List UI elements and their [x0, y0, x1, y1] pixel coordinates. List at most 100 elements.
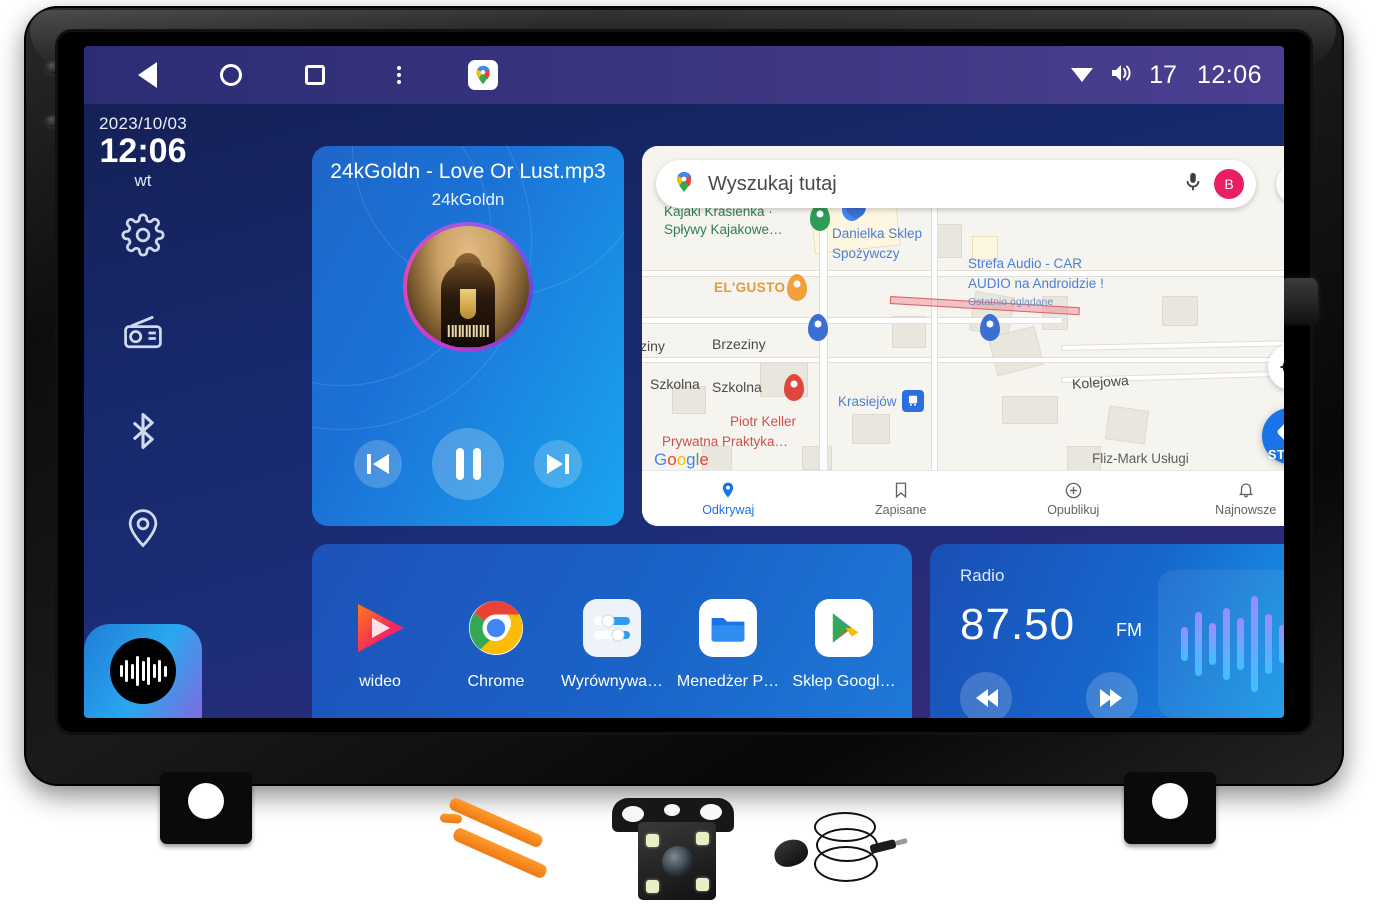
map-nav-saved[interactable]: Zapisane [815, 480, 988, 517]
app-label: wideo [359, 673, 401, 690]
map-nav-label: Zapisane [875, 503, 927, 517]
track-artist: 24kGoldn [431, 190, 505, 209]
sidebar-time: 12:06 [99, 132, 187, 170]
street-label: ziny [642, 338, 665, 354]
map-bottom-nav: Odkrywaj Zapisane Opublikuj Najnowsze [642, 470, 1284, 526]
radio-icon[interactable] [121, 311, 165, 355]
track-title: 24kGoldn - Love Or Lust.mp3 [330, 160, 606, 183]
video-player-icon [349, 597, 411, 659]
map-pin[interactable] [808, 314, 828, 341]
app-wideo[interactable]: wideo [325, 597, 435, 691]
microphone-cable-icon [770, 800, 900, 900]
radio-title: Radio [960, 566, 1005, 585]
map-search-input[interactable]: Wyszukaj tutaj [708, 173, 1182, 196]
map-search-bar[interactable]: Wyszukaj tutaj B [656, 160, 1256, 208]
street-label: Kolejowa [1071, 372, 1130, 392]
included-accessories [439, 790, 900, 910]
user-avatar[interactable]: B [1214, 169, 1244, 199]
google-watermark: Google [654, 450, 709, 469]
play-pause-button[interactable] [432, 428, 504, 500]
map-label: Ostatnio oglądane [968, 296, 1054, 308]
seek-forward-icon [1100, 689, 1122, 707]
now-playing-button[interactable] [84, 624, 202, 718]
google-maps-icon[interactable] [468, 60, 498, 90]
map-nav-label: Najnowsze [1215, 503, 1277, 517]
map-label: Danielka Sklep [832, 226, 923, 241]
google-play-icon [813, 597, 875, 659]
bookmark-icon [892, 480, 910, 500]
contribute-plus-icon [1064, 480, 1083, 500]
mounting-bracket-right [1124, 772, 1216, 844]
previous-track-button[interactable] [354, 440, 402, 488]
explore-pin-icon [719, 480, 737, 500]
status-clock: 12:06 [1196, 60, 1262, 89]
google-maps-icon [672, 170, 696, 199]
map-label: Fliz-Mark Usługi [1092, 451, 1189, 466]
playback-controls [312, 428, 624, 500]
volume-icon [1109, 62, 1135, 89]
radio-seek-back-button[interactable] [960, 672, 1012, 718]
map-label: AUDIO na Androidzie ! [968, 276, 1104, 291]
map-label: Spływy Kajakowe… [664, 222, 783, 237]
map-label: Spożywczy [832, 246, 900, 261]
home-circle-icon[interactable] [216, 60, 246, 90]
chrome-icon [465, 597, 527, 659]
app-label: Menedżer P… [676, 673, 780, 690]
map-label: Prywatna Praktyka… [662, 434, 789, 449]
mounting-bracket-left [160, 772, 252, 844]
album-art [403, 222, 533, 352]
train-station-icon[interactable] [902, 390, 924, 412]
camera-icon [608, 796, 738, 906]
car-head-unit: 17 12:06 2023/10/03 12:06 wt 24kGoldn - … [24, 6, 1344, 786]
street-label: Szkolna [650, 376, 700, 392]
app-file-manager[interactable]: Menedżer P… [673, 597, 783, 691]
app-label: Sklep Googl… [792, 673, 896, 690]
map-nav-label: Opublikuj [1047, 503, 1100, 517]
seek-backward-icon [976, 689, 998, 707]
map-nav-updates[interactable]: Najnowsze [1160, 480, 1285, 517]
recents-square-icon[interactable] [300, 60, 330, 90]
map-pin[interactable] [810, 204, 830, 231]
map-label: Krasiejów [838, 394, 897, 409]
microphone-icon[interactable] [1182, 171, 1204, 198]
android-nav-buttons [132, 60, 498, 90]
music-player-card[interactable]: 24kGoldn - Love Or Lust.mp3 24kGoldn [312, 146, 624, 526]
app-chrome[interactable]: Chrome [441, 597, 551, 691]
status-indicators: 17 12:06 [1069, 61, 1262, 90]
map-nav-label: Odkrywaj [702, 503, 755, 517]
app-label: Chrome [467, 673, 525, 690]
street-label: Szkolna [712, 379, 762, 395]
start-label: START [1267, 447, 1284, 462]
map-nav-explore[interactable]: Odkrywaj [642, 480, 815, 517]
map-label: Strefa Audio - CAR [968, 256, 1083, 271]
home-cards: 24kGoldn - Love Or Lust.mp3 24kGoldn Kaj… [202, 104, 1284, 718]
map-pin[interactable] [980, 314, 1000, 341]
app-dock-card: wideo Chrome Wyrównywa… Menedżer P… Skle… [312, 544, 912, 718]
bell-icon [1237, 480, 1255, 500]
map-nav-contribute[interactable]: Opublikuj [987, 480, 1160, 517]
status-bar: 17 12:06 [84, 46, 1284, 104]
radio-frequency: 87.50 [960, 600, 1076, 649]
google-maps-card[interactable]: Kajaki Krasieńka · Spływy Kajakowe… Dani… [642, 146, 1284, 526]
bluetooth-icon[interactable] [121, 409, 165, 453]
next-track-button[interactable] [534, 440, 582, 488]
map-pin[interactable] [787, 274, 807, 301]
street-label: Brzeziny [712, 336, 766, 352]
app-equalizer[interactable]: Wyrównywa… [557, 597, 667, 691]
file-manager-icon [697, 597, 759, 659]
app-google-play[interactable]: Sklep Googl… [789, 597, 899, 691]
map-label: EL'GUSTO [714, 280, 786, 295]
app-label: Wyrównywa… [560, 673, 664, 690]
more-vertical-icon[interactable] [384, 60, 414, 90]
head-unit-screen: 17 12:06 2023/10/03 12:06 wt 24kGoldn - … [84, 46, 1284, 718]
back-triangle-icon[interactable] [132, 60, 162, 90]
side-button[interactable] [1280, 278, 1318, 324]
radio-seek-forward-button[interactable] [1086, 672, 1138, 718]
radio-band: FM [1116, 620, 1142, 640]
location-pin-icon[interactable] [121, 507, 165, 551]
sidebar-shortcuts [121, 213, 165, 551]
sidebar-weekday: wt [134, 170, 152, 190]
map-pin[interactable] [784, 374, 804, 401]
radio-card[interactable]: Radio 87.50 FM [930, 544, 1284, 718]
gear-icon[interactable] [121, 213, 165, 257]
